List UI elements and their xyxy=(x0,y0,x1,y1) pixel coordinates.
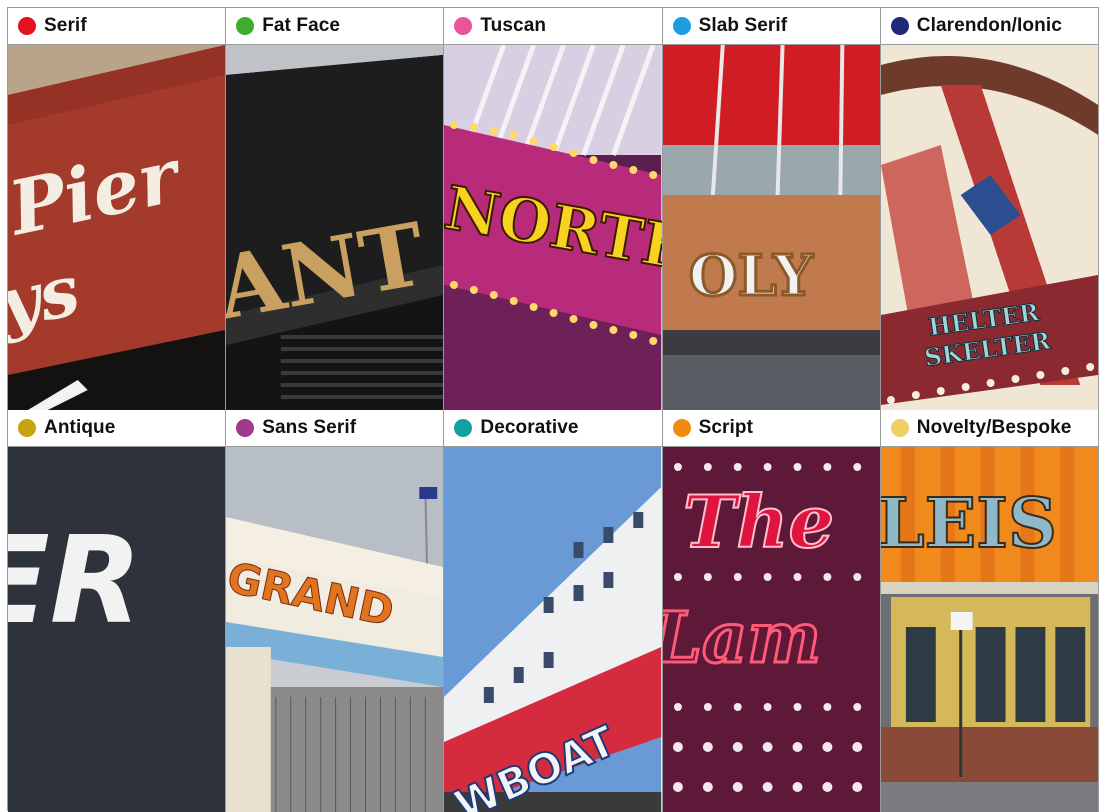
color-dot xyxy=(236,419,255,437)
photo-fat-face: ANT & TA xyxy=(226,45,444,410)
category-name: Script xyxy=(698,417,754,438)
color-dot xyxy=(890,17,909,35)
sign-text: ER xyxy=(8,512,142,651)
color-dot xyxy=(18,17,36,35)
category-cell-slab-serif: Slab Serif OLY xyxy=(662,8,881,410)
color-dot xyxy=(454,17,473,35)
category-name: Novelty/Bespoke xyxy=(916,417,1072,438)
category-label: Novelty/Bespoke xyxy=(880,410,1098,447)
category-name: Serif xyxy=(44,15,87,36)
category-cell-novelty-bespoke: Novelty/Bespoke LEIS xyxy=(880,410,1099,812)
category-name: Slab Serif xyxy=(698,15,788,36)
color-dot xyxy=(672,17,691,35)
photo-script: The Lam xyxy=(662,447,880,812)
photo-serif: Pier ys xyxy=(8,45,226,410)
category-label: Fat Face xyxy=(226,8,444,45)
color-dot xyxy=(236,17,255,35)
category-name: Clarendon/Ionic xyxy=(916,15,1062,36)
category-cell-decorative: Decorative WBOAT xyxy=(444,410,663,812)
sign-text: The xyxy=(683,480,834,564)
category-cell-fat-face: Fat Face ANT & TA xyxy=(226,8,445,410)
color-dot xyxy=(454,419,473,437)
category-cell-serif: Serif Pier ys xyxy=(8,8,227,410)
category-cell-clarendon-ionic: Clarendon/Ionic HELTER SKELTER xyxy=(880,8,1099,410)
photo-tuscan: NORTH xyxy=(444,45,662,410)
photo-novelty-bespoke: LEIS xyxy=(880,447,1098,812)
category-cell-antique: Antique ER xyxy=(8,410,227,812)
sign-text-2: Lam xyxy=(663,597,821,679)
photo-antique: ER xyxy=(8,447,226,812)
category-name: Decorative xyxy=(480,417,579,438)
category-label: Script xyxy=(662,410,880,447)
photo-sans-serif: GRAND xyxy=(226,447,444,812)
category-label: Slab Serif xyxy=(662,8,880,45)
sign-text: LEIS xyxy=(881,484,1057,564)
category-cell-script: Script The Lam xyxy=(662,410,881,812)
category-label: Antique xyxy=(8,410,226,447)
category-label: Clarendon/Ionic xyxy=(880,8,1098,45)
photo-slab-serif: OLY xyxy=(662,45,880,410)
sign-text: OLY xyxy=(688,244,813,309)
category-cell-sans-serif: Sans Serif GRAND xyxy=(226,410,445,812)
category-cell-tuscan: Tuscan NORTH xyxy=(444,8,663,410)
photo-clarendon-ionic: HELTER SKELTER xyxy=(880,45,1098,410)
category-name: Sans Serif xyxy=(262,417,357,438)
category-label: Sans Serif xyxy=(226,410,444,447)
typeface-grid: Serif Pier ys Fat Face ANT Tuscan NORTH … xyxy=(7,7,1099,812)
photo-decorative: WBOAT xyxy=(444,447,662,812)
category-label: Serif xyxy=(8,8,226,45)
category-name: Antique xyxy=(44,417,116,438)
category-label: Decorative xyxy=(444,410,662,447)
color-dot xyxy=(672,419,691,437)
category-name: Fat Face xyxy=(262,15,341,36)
category-name: Tuscan xyxy=(480,15,547,36)
color-dot xyxy=(890,419,909,437)
color-dot xyxy=(18,419,36,437)
category-label: Tuscan xyxy=(444,8,662,45)
